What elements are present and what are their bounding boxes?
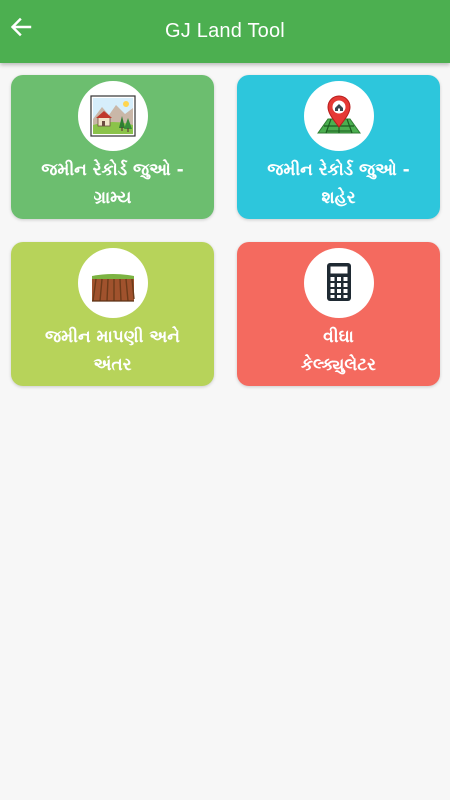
icon-container — [78, 81, 148, 151]
card-label: જમીન માપણી અને અંતર — [17, 323, 208, 379]
arrow-left-icon — [10, 17, 32, 37]
calculator-icon — [327, 263, 351, 301]
icon-container — [304, 81, 374, 151]
app-bar: GJ Land Tool — [0, 0, 450, 63]
card-label: જમીન રેકોર્ડ જુઓ - ગ્રામ્ય — [17, 156, 208, 212]
card-vigha-calculator[interactable]: વીઘા કેલ્ક્યુલેટર — [237, 242, 440, 386]
farm-field-icon — [92, 274, 135, 302]
back-button[interactable] — [6, 12, 36, 42]
card-label-line2: ગ્રામ્ય — [93, 188, 132, 208]
card-land-measurement[interactable]: જમીન માપણી અને અંતર — [11, 242, 214, 386]
card-label: જમીન રેકોર્ડ જુઓ - શહેર — [243, 156, 434, 212]
card-label-line2: શહેર — [321, 188, 356, 208]
map-pin-icon — [317, 95, 361, 134]
card-label-line2: અંતર — [93, 355, 132, 375]
card-land-record-rural[interactable]: જમીન રેકોર્ડ જુઓ - ગ્રામ્ય — [11, 75, 214, 219]
icon-container — [78, 248, 148, 318]
app-title: GJ Land Tool — [165, 20, 285, 42]
card-land-record-urban[interactable]: જમીન રેકોર્ડ જુઓ - શહેર — [237, 75, 440, 219]
card-label-line1: જમીન માપણી અને — [45, 327, 180, 347]
card-label-line1: જમીન રેકોર્ડ જુઓ - — [267, 160, 410, 180]
card-label: વીઘા કેલ્ક્યુલેટર — [243, 323, 434, 379]
card-label-line2: કેલ્ક્યુલેટર — [301, 355, 376, 375]
card-label-line1: વીઘા — [323, 327, 354, 347]
icon-container — [304, 248, 374, 318]
card-label-line1: જમીન રેકોર્ડ જુઓ - — [41, 160, 184, 180]
rural-landscape-icon — [90, 95, 136, 137]
